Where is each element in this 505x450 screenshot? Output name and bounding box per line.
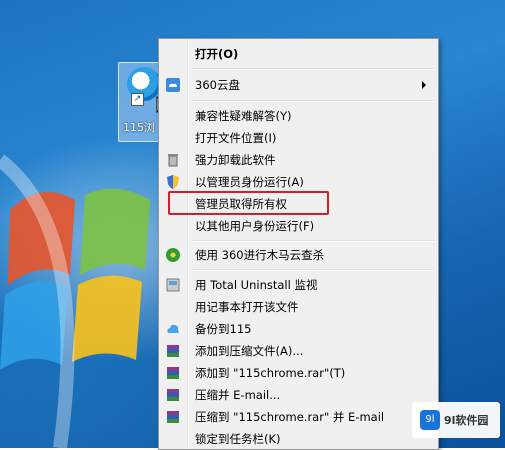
menu-item-pin-to-taskbar[interactable]: 锁定到任务栏(K) [161, 428, 434, 450]
menu-item-label: 添加到压缩文件(A)... [195, 344, 304, 358]
menu-item-force-uninstall[interactable]: 强力卸载此软件 [161, 149, 434, 171]
menu-separator [191, 240, 434, 242]
total-uninstall-icon [166, 278, 180, 292]
submenu-arrow-icon [422, 81, 426, 89]
menu-item-open-location[interactable]: 打开文件位置(I) [161, 127, 434, 149]
menu-item-label: 强力卸载此软件 [195, 153, 276, 167]
menu-item-run-as-other-user[interactable]: 以其他用户身份运行(F) [161, 215, 434, 237]
menu-item-compress-rar-email[interactable]: 压缩到 "115chrome.rar" 并 E-mail [161, 406, 434, 428]
watermark-text: 9l软件园 [444, 414, 489, 427]
watermark-logo-icon: 9l [420, 410, 440, 430]
menu-item-label: 用记事本打开该文件 [195, 300, 299, 314]
menu-item-total-uninstall[interactable]: 用 Total Uninstall 监视 [161, 274, 434, 296]
menu-item-compatibility[interactable]: 兼容性疑难解答(Y) [161, 105, 434, 127]
trash-icon [168, 154, 178, 167]
antivirus-360-icon [166, 248, 180, 262]
context-menu: 打开(O) 360云盘 兼容性疑难解答(Y) 打开文件位置(I) 强力卸载此软件… [158, 38, 439, 450]
menu-item-run-as-admin[interactable]: 以管理员身份运行(A) [161, 171, 434, 193]
menu-item-label: 锁定到任务栏(K) [195, 432, 281, 446]
menu-item-label: 添加到 "115chrome.rar"(T) [195, 366, 346, 380]
menu-item-360-cloud[interactable]: 360云盘 [161, 74, 434, 96]
winrar-icon [167, 389, 179, 401]
menu-separator [191, 269, 434, 271]
menu-item-label: 使用 360进行木马云查杀 [195, 248, 325, 262]
shortcut-arrow-icon: ↗ [131, 93, 144, 106]
menu-separator [191, 100, 434, 102]
menu-item-label: 以管理员身份运行(A) [195, 175, 304, 189]
menu-item-add-to-archive[interactable]: 添加到压缩文件(A)... [161, 340, 434, 362]
menu-item-label: 360云盘 [195, 78, 240, 92]
shield-icon [167, 175, 179, 189]
menu-item-label: 以其他用户身份运行(F) [195, 219, 315, 233]
menu-item-label: 压缩到 "115chrome.rar" 并 E-mail [195, 410, 385, 424]
menu-item-label: 压缩并 E-mail... [195, 388, 281, 402]
menu-item-label: 用 Total Uninstall 监视 [195, 278, 318, 292]
winrar-icon [167, 345, 179, 357]
menu-item-label: 打开(O) [195, 47, 239, 61]
highlight-box [168, 191, 329, 215]
shortcut-label: 115浏 [123, 121, 155, 134]
menu-item-backup-115[interactable]: 备份到115 [161, 318, 434, 340]
menu-item-add-to-rar[interactable]: 添加到 "115chrome.rar"(T) [161, 362, 434, 384]
menu-item-label: 兼容性疑难解答(Y) [195, 109, 292, 123]
cloud-360-icon [166, 78, 180, 92]
watermark: 9l 9l软件园 [412, 402, 500, 438]
menu-item-open-with-notepad[interactable]: 用记事本打开该文件 [161, 296, 434, 318]
menu-item-label: 备份到115 [195, 322, 252, 336]
winrar-icon [167, 367, 179, 379]
menu-separator [191, 68, 434, 70]
menu-item-label: 打开文件位置(I) [195, 131, 277, 145]
menu-item-open[interactable]: 打开(O) [161, 43, 434, 65]
menu-item-compress-email[interactable]: 压缩并 E-mail... [161, 384, 434, 406]
winrar-icon [167, 411, 179, 423]
cloud-115-icon [167, 324, 179, 333]
menu-item-360-scan[interactable]: 使用 360进行木马云查杀 [161, 244, 434, 266]
